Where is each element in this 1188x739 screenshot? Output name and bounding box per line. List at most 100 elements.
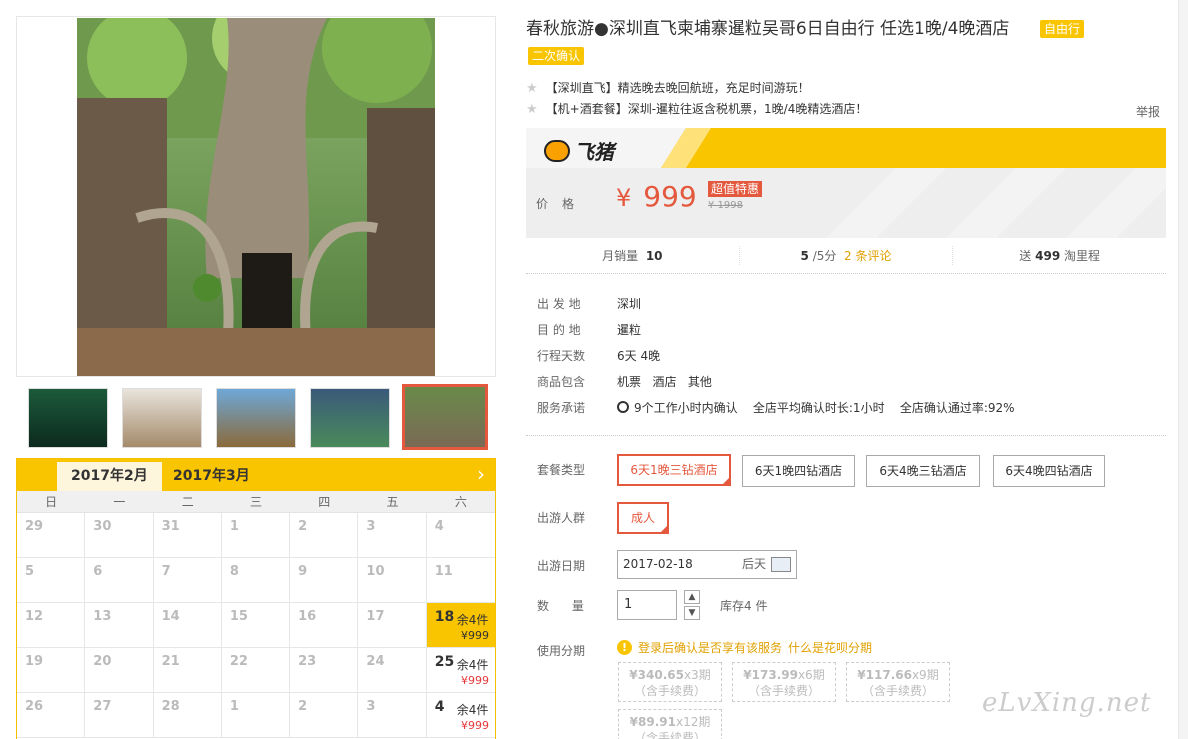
day-number: 3 <box>366 519 376 534</box>
check-circle-icon <box>617 401 629 413</box>
day-remaining: 余4件 <box>456 658 489 672</box>
calendar-day: 21 <box>153 648 222 693</box>
product-title: 春秋旅游●深圳直飞柬埔寨暹粒吴哥6日自由行 任选1晚/4晚酒店 <box>526 19 1010 39</box>
installment-notice: ! 登录后确认是否享有该服务 什么是花呗分期 <box>617 639 872 656</box>
calendar-day[interactable]: 4 余4件 ¥999 <box>426 693 495 738</box>
stock-count: 库存4 件 <box>720 599 768 613</box>
report-link[interactable]: 举报 <box>1136 103 1160 120</box>
tab-feb[interactable]: 2017年2月 <box>57 462 162 491</box>
calendar-day: 14 <box>153 603 222 648</box>
calendar-day: 29 <box>17 513 86 558</box>
installment-label: 使用分期 <box>537 644 586 658</box>
day-price: ¥999 <box>460 674 489 687</box>
day-number: 29 <box>25 519 44 534</box>
weekday: 六 <box>454 495 467 509</box>
huabei-help-link[interactable]: 什么是花呗分期 <box>788 639 872 656</box>
quantity-label: 数 量 <box>537 599 584 613</box>
calendar-day: 17 <box>358 603 427 648</box>
calendar-icon[interactable] <box>771 557 791 572</box>
calendar-day: 3 <box>358 513 427 558</box>
calendar-day: 2 <box>290 513 359 558</box>
calendar-day: 8 <box>221 558 291 603</box>
calendar-grid: 29 30 31 1 2 3 4 5 6 7 8 9 10 11 12 13 14 15 16 17 18 余4件 ¥999… <box>17 513 495 738</box>
crowd-label: 出游人群 <box>537 511 586 525</box>
date-input[interactable]: 2017-02-18 后天 <box>617 550 797 579</box>
calendar-day: 6 <box>85 558 154 603</box>
day-number: 15 <box>229 609 248 624</box>
decrement-button[interactable]: ▼ <box>684 606 700 620</box>
thumbnail-1[interactable] <box>28 388 108 448</box>
brand-bar: 飞猪 <box>526 128 1166 168</box>
package-option-4[interactable]: 6天4晚四钻酒店 <box>993 455 1105 487</box>
day-number: 6 <box>93 564 103 579</box>
day-number: 1 <box>229 699 239 714</box>
calendar-day: 11 <box>426 558 495 603</box>
info-includes: 商品包含 机票 酒店 其他 <box>537 375 712 389</box>
tag-second-confirm: 二次确认 <box>528 47 585 65</box>
calendar-day: 3 <box>358 693 427 738</box>
installment-option-6[interactable]: ¥173.99x6期 （含手续费） <box>732 662 836 702</box>
calendar-day: 27 <box>85 693 154 738</box>
day-number: 17 <box>366 609 385 624</box>
day-number: 9 <box>298 564 308 579</box>
package-option-2[interactable]: 6天1晚四钻酒店 <box>742 455 855 487</box>
scrollbar[interactable] <box>1178 0 1188 739</box>
main-product-image <box>16 16 496 377</box>
reviews-link[interactable]: 2 条评论 <box>844 249 891 263</box>
thumbnail-3[interactable] <box>216 388 296 448</box>
monthly-sales: 月销量 10 <box>602 249 663 263</box>
thumbnail-strip <box>16 384 496 450</box>
day-number: 12 <box>25 609 44 624</box>
weekday: 四 <box>318 495 331 509</box>
quantity-input[interactable]: 1 <box>617 590 677 620</box>
day-number: 2 <box>298 519 308 534</box>
thumbnail-5[interactable] <box>402 384 488 450</box>
tab-mar[interactable]: 2017年3月 <box>159 462 264 491</box>
weekday: 三 <box>249 495 262 509</box>
price-value: 999 <box>643 180 697 213</box>
weekday: 二 <box>181 495 194 509</box>
package-option-1[interactable]: 6天1晚三钻酒店 <box>617 454 731 486</box>
day-number: 25 <box>434 654 455 670</box>
installment-option-9[interactable]: ¥117.66x9期 （含手续费） <box>846 662 950 702</box>
deal-badge: 超值特惠 <box>708 181 763 197</box>
day-price: ¥999 <box>460 629 489 642</box>
thumbnail-4[interactable] <box>310 388 390 448</box>
chevron-right-icon[interactable]: › <box>477 463 485 485</box>
calendar-day[interactable]: 18 余4件 ¥999 <box>426 603 495 648</box>
day-number: 19 <box>25 654 44 669</box>
day-number: 18 <box>434 609 455 625</box>
rating: 5 /5分 2 条评论 <box>738 246 953 265</box>
installment-option-12[interactable]: ¥89.91x12期 （含手续费） <box>618 709 722 739</box>
installment-option-3[interactable]: ¥340.65x3期 （含手续费） <box>618 662 722 702</box>
thumbnail-2[interactable] <box>122 388 202 448</box>
day-number: 20 <box>93 654 112 669</box>
day-number: 27 <box>93 699 112 714</box>
info-duration: 行程天数 6天 4晚 <box>537 349 661 363</box>
day-remaining: 余4件 <box>456 613 489 627</box>
weekday-row: 日 一 二 三 四 五 六 <box>17 491 495 513</box>
day-number: 30 <box>93 519 112 534</box>
calendar-day: 26 <box>17 693 86 738</box>
calendar-day: 28 <box>153 693 222 738</box>
day-number: 3 <box>366 699 376 714</box>
date-hint: 后天 <box>741 557 766 571</box>
day-number: 21 <box>161 654 180 669</box>
brand-stripe <box>661 128 1166 168</box>
calendar-day: 19 <box>17 648 86 693</box>
weekday: 五 <box>386 495 399 509</box>
day-number: 4 <box>434 519 444 534</box>
calendar-day[interactable]: 25 余4件 ¥999 <box>426 648 495 693</box>
day-number: 26 <box>25 699 44 714</box>
calendar-day: 13 <box>85 603 154 648</box>
stats-row: 月销量 10 5 /5分 2 条评论 送 499 淘里程 <box>526 238 1166 274</box>
crowd-option-adult[interactable]: 成人 <box>617 502 669 534</box>
day-number: 13 <box>93 609 112 624</box>
warning-icon: ! <box>617 640 632 655</box>
package-option-3[interactable]: 6天4晚三钻酒店 <box>866 455 980 487</box>
calendar-day: 24 <box>358 648 427 693</box>
pig-icon <box>544 139 570 162</box>
calendar-day: 12 <box>17 603 86 648</box>
increment-button[interactable]: ▲ <box>684 590 700 604</box>
mileage: 送 499 淘里程 <box>952 246 1166 265</box>
